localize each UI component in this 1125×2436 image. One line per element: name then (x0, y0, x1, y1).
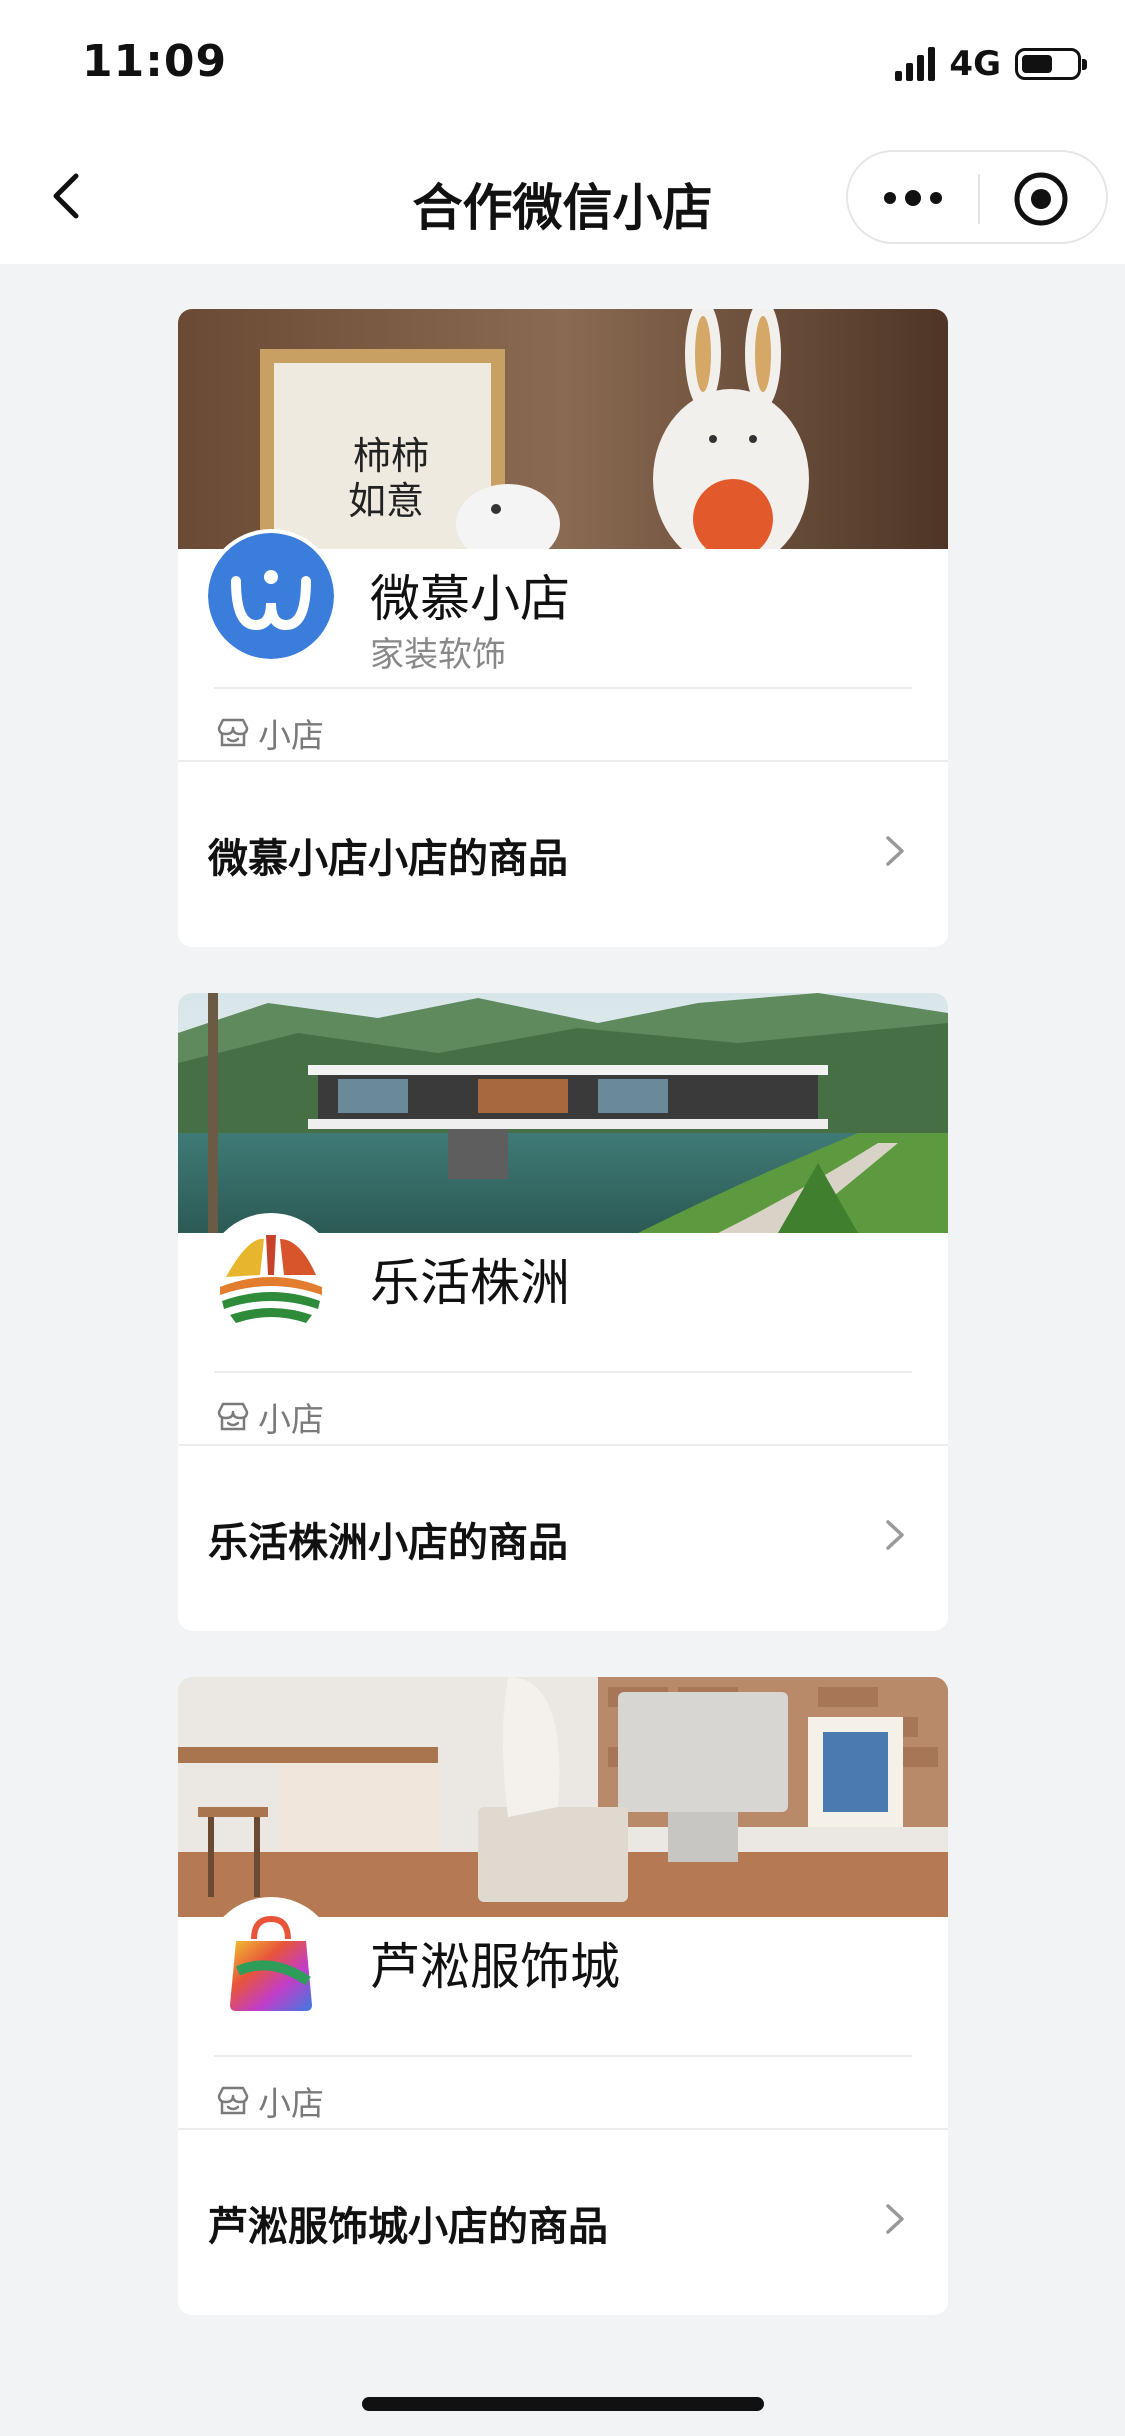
signal-icon (895, 47, 936, 81)
shop-type-tag: 小店 (214, 2077, 324, 2125)
nav-bar: 合作微信小店 (0, 130, 1125, 264)
more-dots-icon[interactable] (878, 178, 948, 218)
mini-program-capsule (846, 150, 1108, 244)
shop-banner-image (178, 1677, 948, 1917)
shop-type-label: 小店 (258, 716, 324, 755)
shop-banner-image: 柿柿 如意 (178, 309, 948, 549)
shop-type-label: 小店 (258, 1400, 324, 1439)
shop-card-lusong: 芦淞服饰城 小店 芦淞服饰城小店的商品 (178, 1677, 948, 2315)
divider (214, 2055, 912, 2057)
shop-name: 乐活株洲 (370, 1254, 570, 1312)
shop-type-tag: 小店 (214, 1393, 324, 1441)
chevron-right-icon (886, 1520, 904, 1550)
shop-name: 芦淞服饰城 (370, 1938, 620, 1996)
shop-category: 家装软饰 (370, 635, 506, 675)
shop-type-label: 小店 (258, 2084, 324, 2123)
divider (214, 687, 912, 689)
shop-awning-icon (217, 718, 249, 747)
shop-logo-lehuo (208, 1217, 334, 1343)
capsule-divider (978, 174, 980, 224)
shop-goods-link[interactable]: 乐活株洲小店的商品 (178, 1446, 948, 1631)
shop-awning-icon (217, 2086, 249, 2115)
shop-goods-label: 微慕小店小店的商品 (208, 836, 568, 882)
status-time: 11:09 (82, 36, 228, 87)
shop-card-weimu: 柿柿 如意 微慕小店 家装软饰 小店 微慕小店小店的商品 (178, 309, 948, 947)
home-indicator[interactable] (362, 2397, 764, 2411)
network-label: 4G (949, 44, 1001, 84)
divider (214, 1371, 912, 1373)
shop-type-tag: 小店 (214, 709, 324, 757)
svg-text:柿柿: 柿柿 (353, 434, 429, 478)
shop-banner-image (178, 993, 948, 1233)
shop-logo-lusong (208, 1901, 334, 2027)
shop-logo-weimu (208, 533, 334, 659)
shop-awning-icon (217, 1402, 249, 1431)
chevron-right-icon (886, 2204, 904, 2234)
target-close-icon[interactable] (1012, 170, 1070, 228)
status-indicators: 4G (895, 44, 1087, 84)
battery-icon (1015, 48, 1087, 80)
shop-card-lehuo: 乐活株洲 小店 乐活株洲小店的商品 (178, 993, 948, 1631)
shop-name: 微慕小店 (370, 570, 570, 628)
status-bar: 11:09 4G (0, 0, 1125, 130)
chevron-right-icon (886, 836, 904, 866)
shop-goods-label: 乐活株洲小店的商品 (208, 1520, 568, 1566)
shop-goods-label: 芦淞服饰城小店的商品 (208, 2204, 608, 2250)
shop-goods-link[interactable]: 微慕小店小店的商品 (178, 762, 948, 947)
svg-text:如意: 如意 (348, 479, 424, 523)
shop-goods-link[interactable]: 芦淞服饰城小店的商品 (178, 2130, 948, 2315)
